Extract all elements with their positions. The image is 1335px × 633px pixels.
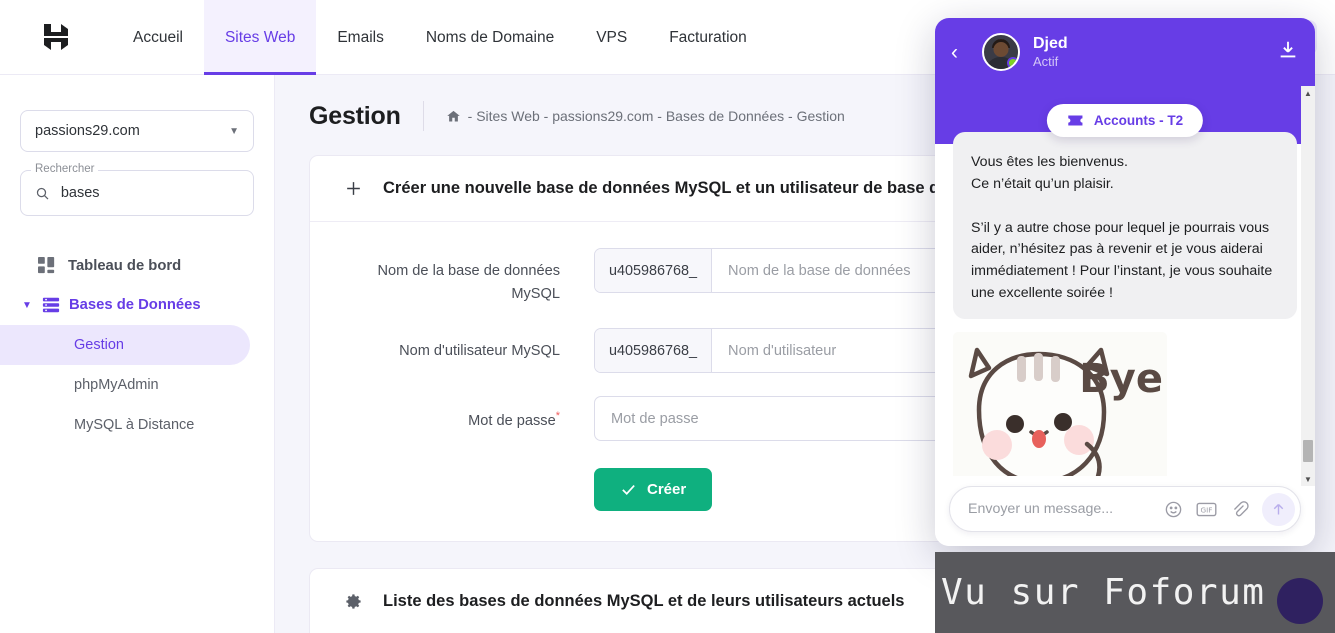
db-name-prefix: u405986768_ <box>595 249 713 292</box>
sidebar-nav: Tableau de bord ▼ Bases de Données Gesti… <box>0 246 274 445</box>
chevron-down-icon: ▼ <box>229 125 239 137</box>
ticket-chip[interactable]: Accounts - T2 <box>1046 104 1204 137</box>
download-glyph <box>1280 41 1296 57</box>
sidebar-item-phpmyadmin[interactable]: phpMyAdmin <box>0 365 274 405</box>
sidebar-label: Bases de Données <box>69 297 201 313</box>
emoji-icon[interactable] <box>1164 500 1183 519</box>
dashboard-grid-icon <box>38 257 55 274</box>
nav-item-vps[interactable]: VPS <box>575 0 648 75</box>
nav-label: VPS <box>596 28 628 46</box>
field-label: Mot de passe* <box>344 396 594 432</box>
chat-body: Accounts - T2 Vous êtes les bienvenus. C… <box>935 86 1315 476</box>
send-arrow-icon <box>1273 503 1284 514</box>
search-icon <box>36 187 49 200</box>
chat-agent-status: Actif <box>1033 53 1059 69</box>
floating-action-button[interactable] <box>1277 578 1323 624</box>
nav-label: Accueil <box>133 28 183 46</box>
nav-item-emails[interactable]: Emails <box>316 0 405 75</box>
chat-input-bar: GIF <box>935 476 1315 546</box>
nav-label: Sites Web <box>224 28 296 46</box>
nav-item-accueil[interactable]: Accueil <box>112 0 204 75</box>
required-asterisk: * <box>555 410 560 423</box>
app-root: Accueil Sites Web Emails Noms de Domaine… <box>0 0 1335 633</box>
scroll-up-arrow-icon[interactable]: ▲ <box>1301 86 1315 100</box>
ticket-chip-label: Accounts - T2 <box>1093 113 1184 128</box>
chat-message-bubble: Vous êtes les bienvenus. Ce n’était qu’u… <box>953 132 1297 320</box>
paperclip-glyph <box>1233 500 1249 516</box>
field-label: Nom de la base de données MySQL <box>377 263 560 302</box>
chat-input-container[interactable]: GIF <box>949 486 1301 532</box>
emoji-glyph <box>1165 501 1182 517</box>
card-title: Créer une nouvelle base de données MySQL… <box>383 179 1021 197</box>
chevron-down-icon: ▼ <box>22 299 32 311</box>
db-user-prefix: u405986768_ <box>595 329 713 373</box>
field-label: Nom d'utilisateur MySQL <box>399 343 560 360</box>
domain-selected-value: passions29.com <box>35 123 140 139</box>
gear-icon <box>346 594 361 609</box>
card-title: Liste des bases de données MySQL et de l… <box>383 592 905 611</box>
attachment-icon[interactable] <box>1230 500 1249 519</box>
home-icon[interactable] <box>446 109 461 124</box>
create-button[interactable]: Créer <box>594 468 713 512</box>
nav-label: Facturation <box>669 28 747 46</box>
sidebar: passions29.com ▼ Rechercher Tableau d <box>0 75 275 633</box>
nav-item-sites-web[interactable]: Sites Web <box>203 0 317 75</box>
chat-agent-name: Djed <box>1033 34 1068 52</box>
sticker-text: Bye <box>1079 356 1163 403</box>
chat-messages: Vous êtes les bienvenus. Ce n’était qu’u… <box>935 132 1315 476</box>
sidebar-group-bases-de-donnees[interactable]: ▼ Bases de Données <box>0 285 274 325</box>
download-icon[interactable] <box>1277 39 1299 66</box>
sidebar-item-gestion[interactable]: Gestion <box>0 325 250 365</box>
database-icon <box>42 297 60 313</box>
watermark-bar: Vu sur Foforum <box>935 552 1335 633</box>
chat-message-input[interactable] <box>968 501 1151 517</box>
check-icon <box>622 485 635 496</box>
breadcrumb: - Sites Web - passions29.com - Bases de … <box>446 108 845 124</box>
chat-sticker: Bye <box>953 332 1167 476</box>
watermark-text: Vu sur Foforum <box>941 572 1266 613</box>
chat-widget: ‹ Djed Actif Accounts - T2 Vous êtes les… <box>935 18 1315 546</box>
search-input[interactable] <box>60 185 239 201</box>
back-chevron-icon[interactable]: ‹ <box>951 42 969 63</box>
chat-scrollbar[interactable]: ▲ ▼ <box>1301 86 1315 486</box>
breadcrumb-separator <box>422 101 424 131</box>
gif-icon[interactable]: GIF <box>1196 501 1217 518</box>
nav-item-facturation[interactable]: Facturation <box>648 0 768 75</box>
nav-label: Noms de Domaine <box>425 28 555 46</box>
breadcrumb-text: - Sites Web - passions29.com - Bases de … <box>467 108 845 124</box>
hostinger-logo[interactable] <box>0 0 112 74</box>
sidebar-item-tableau-de-bord[interactable]: Tableau de bord <box>0 246 274 285</box>
scroll-down-arrow-icon[interactable]: ▼ <box>1301 472 1315 486</box>
nav-items: Accueil Sites Web Emails Noms de Domaine… <box>112 0 768 75</box>
search-legend: Rechercher <box>31 163 99 175</box>
plus-icon <box>347 182 360 195</box>
scrollbar-thumb[interactable] <box>1303 440 1313 462</box>
svg-text:GIF: GIF <box>1201 505 1213 514</box>
nav-item-noms-de-domaine[interactable]: Noms de Domaine <box>405 0 575 75</box>
chat-header: ‹ Djed Actif <box>935 18 1315 86</box>
chat-agent-info: Djed Actif <box>1033 34 1068 70</box>
gif-glyph: GIF <box>1196 502 1217 516</box>
ticket-icon <box>1068 115 1083 126</box>
page-title: Gestion <box>309 101 401 130</box>
nav-label: Emails <box>337 28 384 46</box>
sidebar-item-mysql-a-distance[interactable]: MySQL à Distance <box>0 405 274 445</box>
online-status-dot <box>1007 57 1018 69</box>
sidebar-label: phpMyAdmin <box>74 377 159 393</box>
sidebar-search: Rechercher <box>20 163 254 216</box>
sidebar-label: Tableau de bord <box>68 257 182 274</box>
create-button-label: Créer <box>647 481 687 499</box>
sidebar-label: MySQL à Distance <box>74 417 195 433</box>
domain-selector[interactable]: passions29.com ▼ <box>20 110 254 152</box>
field-label-text: Mot de passe <box>468 413 556 430</box>
send-button[interactable] <box>1262 492 1295 526</box>
sidebar-label: Gestion <box>74 337 124 353</box>
hostinger-h-icon <box>44 24 68 50</box>
avatar <box>982 33 1020 71</box>
search-box[interactable] <box>20 170 254 216</box>
avatar-face <box>993 41 1009 57</box>
